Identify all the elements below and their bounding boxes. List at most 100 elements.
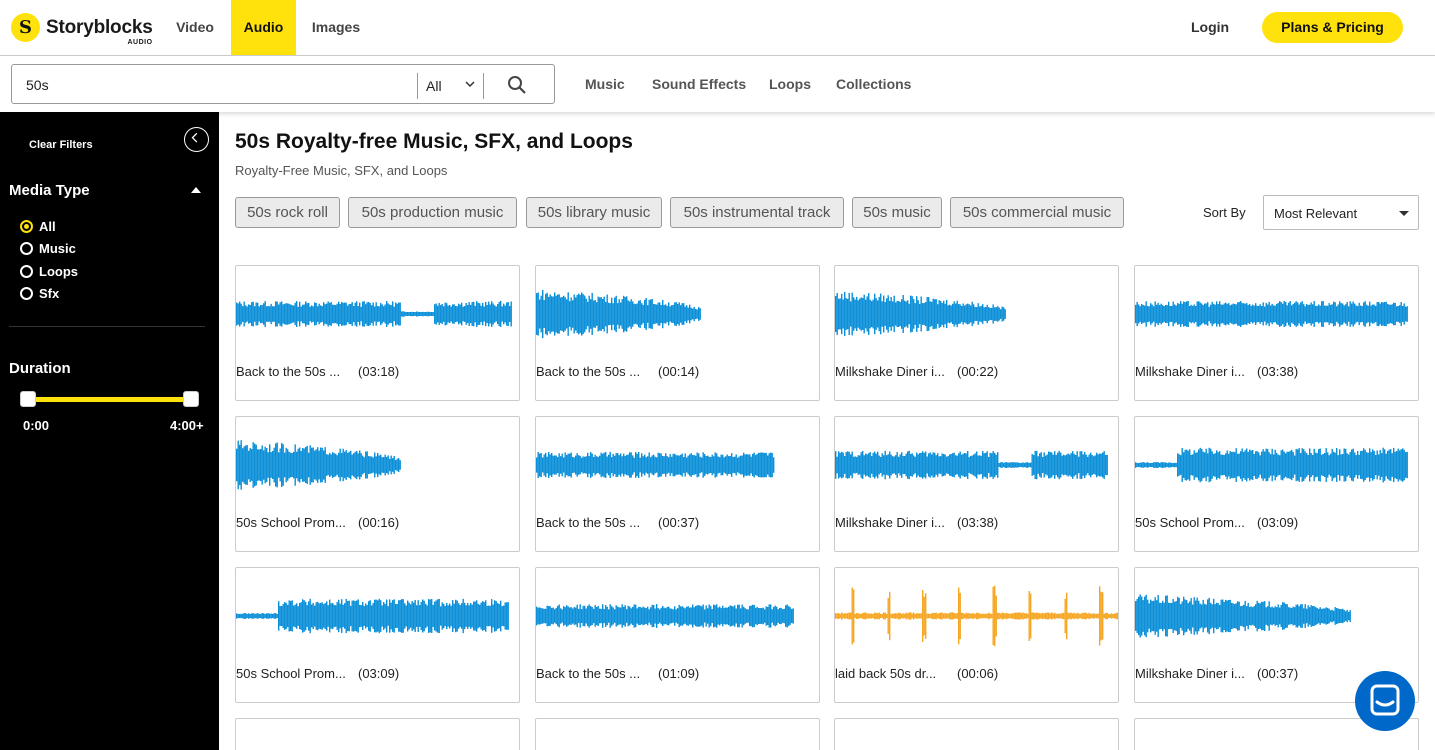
chevron-down-icon[interactable] xyxy=(465,79,475,89)
waveform[interactable] xyxy=(536,280,819,348)
result-card[interactable]: 50s School Prom... (00:16) xyxy=(235,416,520,552)
caret-up-icon[interactable] xyxy=(191,187,201,193)
result-card-partial[interactable] xyxy=(834,718,1119,750)
waveform[interactable] xyxy=(835,582,1118,650)
subnav-sound-effects[interactable]: Sound Effects xyxy=(652,76,746,92)
login-link[interactable]: Login xyxy=(1191,19,1229,35)
radio-icon xyxy=(20,242,33,255)
plans-pricing-button[interactable]: Plans & Pricing xyxy=(1262,12,1403,43)
track-duration: (00:16) xyxy=(358,515,400,530)
track-duration: (03:09) xyxy=(358,666,400,681)
logo-icon: S xyxy=(11,13,40,42)
search-input[interactable]: 50s xyxy=(26,77,49,93)
result-card-partial[interactable] xyxy=(235,718,520,750)
caret-down-icon xyxy=(1399,211,1409,216)
duration-min-handle[interactable] xyxy=(20,391,36,407)
result-card[interactable]: 50s School Prom... (03:09) xyxy=(1134,416,1419,552)
radio-icon xyxy=(20,220,33,233)
page-title: 50s Royalty-free Music, SFX, and Loops xyxy=(235,130,633,153)
waveform[interactable] xyxy=(835,280,1118,348)
duration-max-label: 4:00+ xyxy=(170,418,204,433)
track-title[interactable]: 50s School Prom... xyxy=(1135,515,1245,530)
track-duration: (03:09) xyxy=(1257,515,1299,530)
sort-select[interactable]: Most Relevant xyxy=(1263,195,1419,230)
waveform[interactable] xyxy=(236,431,519,499)
waveform[interactable] xyxy=(236,582,519,650)
media-type-sfx[interactable]: Sfx xyxy=(20,286,59,301)
media-type-all[interactable]: All xyxy=(20,219,56,234)
chat-icon[interactable] xyxy=(1355,671,1415,731)
result-card[interactable]: Milkshake Diner i... (00:22) xyxy=(834,265,1119,401)
media-type-title: Media Type xyxy=(9,182,90,199)
search-box: 50s All xyxy=(11,64,555,104)
tag-chip[interactable]: 50s instrumental track xyxy=(670,197,844,228)
result-card[interactable]: Milkshake Diner i... (03:38) xyxy=(1134,265,1419,401)
waveform[interactable] xyxy=(1135,280,1418,348)
logo-sub: AUDIO xyxy=(127,38,153,46)
chevron-left-circle-icon[interactable] xyxy=(184,127,209,152)
track-title[interactable]: Milkshake Diner i... xyxy=(835,364,945,379)
nav-video[interactable]: Video xyxy=(160,0,230,55)
track-title[interactable]: Milkshake Diner i... xyxy=(1135,666,1245,681)
duration-min-label: 0:00 xyxy=(23,418,50,433)
search-icon[interactable] xyxy=(507,75,527,95)
track-duration: (00:37) xyxy=(658,515,700,530)
track-duration: (00:37) xyxy=(1257,666,1299,681)
track-title[interactable]: Milkshake Diner i... xyxy=(1135,364,1245,379)
result-card-partial[interactable] xyxy=(535,718,820,750)
clear-filters-link[interactable]: Clear Filters xyxy=(29,139,93,151)
track-duration: (03:38) xyxy=(957,515,999,530)
track-title[interactable]: Back to the 50s ... xyxy=(536,666,640,681)
track-title[interactable]: Back to the 50s ... xyxy=(536,364,640,379)
waveform[interactable] xyxy=(236,280,519,348)
media-type-music[interactable]: Music xyxy=(20,241,76,256)
subnav-loops[interactable]: Loops xyxy=(769,76,811,92)
waveform[interactable] xyxy=(835,431,1118,499)
radio-icon xyxy=(20,287,33,300)
nav-images[interactable]: Images xyxy=(298,0,374,55)
result-card[interactable]: 50s School Prom... (03:09) xyxy=(235,567,520,703)
tag-chip[interactable]: 50s production music xyxy=(348,197,517,228)
track-duration: (00:22) xyxy=(957,364,999,379)
filter-sidebar: Clear Filters Media Type All Music Loops… xyxy=(0,112,219,750)
result-card[interactable]: Back to the 50s ... (00:37) xyxy=(535,416,820,552)
nav-audio[interactable]: Audio xyxy=(231,0,296,55)
page-subtitle: Royalty-Free Music, SFX, and Loops xyxy=(235,163,448,178)
track-title[interactable]: Milkshake Diner i... xyxy=(835,515,945,530)
tag-chip[interactable]: 50s library music xyxy=(526,197,662,228)
tag-chip[interactable]: 50s commercial music xyxy=(950,197,1124,228)
track-duration: (00:06) xyxy=(957,666,999,681)
duration-slider-track[interactable] xyxy=(28,397,191,402)
result-card[interactable]: laid back 50s dr... (00:06) xyxy=(834,567,1119,703)
media-type-loops[interactable]: Loops xyxy=(20,264,78,279)
radio-icon xyxy=(20,265,33,278)
logo[interactable]: S Storyblocks AUDIO xyxy=(11,13,153,46)
track-title[interactable]: laid back 50s dr... xyxy=(835,666,936,681)
track-title[interactable]: Back to the 50s ... xyxy=(536,515,640,530)
track-title[interactable]: Back to the 50s ... xyxy=(236,364,340,379)
tag-chip[interactable]: 50s music xyxy=(852,197,942,228)
subnav-collections[interactable]: Collections xyxy=(836,76,911,92)
sort-label: Sort By xyxy=(1203,205,1246,220)
duration-title: Duration xyxy=(9,360,71,377)
track-duration: (03:18) xyxy=(358,364,400,379)
duration-max-handle[interactable] xyxy=(183,391,199,407)
waveform[interactable] xyxy=(536,431,819,499)
logo-name: Storyblocks xyxy=(46,16,153,38)
tag-chip[interactable]: 50s rock roll xyxy=(235,197,340,228)
track-duration: (01:09) xyxy=(658,666,700,681)
result-card[interactable]: Milkshake Diner i... (03:38) xyxy=(834,416,1119,552)
subnav-music[interactable]: Music xyxy=(585,76,625,92)
track-title[interactable]: 50s School Prom... xyxy=(236,666,346,681)
search-scope-select[interactable]: All xyxy=(426,78,442,94)
top-bar: S Storyblocks AUDIO Video Audio Images L… xyxy=(0,0,1435,56)
track-duration: (03:38) xyxy=(1257,364,1299,379)
track-title[interactable]: 50s School Prom... xyxy=(236,515,346,530)
waveform[interactable] xyxy=(536,582,819,650)
result-card[interactable]: Back to the 50s ... (00:14) xyxy=(535,265,820,401)
waveform[interactable] xyxy=(1135,582,1418,650)
result-card[interactable]: Back to the 50s ... (01:09) xyxy=(535,567,820,703)
search-row: 50s All Music Sound Effects Loops Collec… xyxy=(0,56,1435,112)
result-card[interactable]: Back to the 50s ... (03:18) xyxy=(235,265,520,401)
waveform[interactable] xyxy=(1135,431,1418,499)
